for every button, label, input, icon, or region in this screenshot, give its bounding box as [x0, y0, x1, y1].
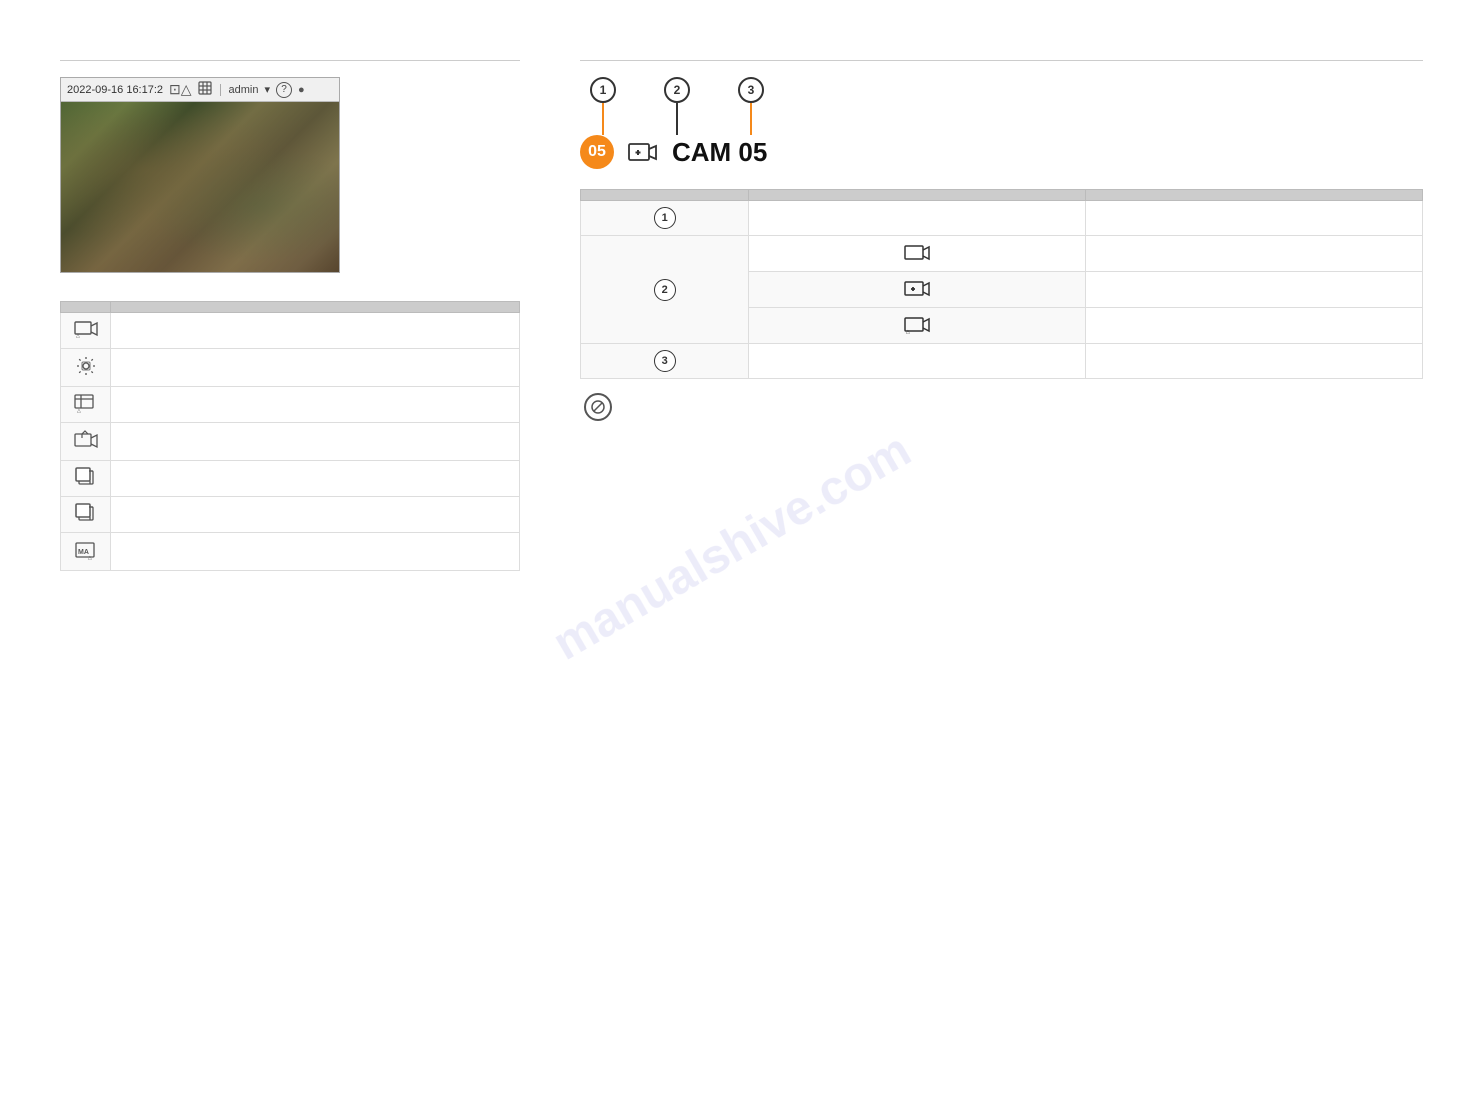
callout-2-group: 2 — [664, 77, 690, 135]
upload-icon — [74, 429, 98, 451]
table-row: 3 — [581, 344, 1423, 379]
right-table-col3-header — [1086, 190, 1423, 201]
left-row6-icon-cell — [61, 497, 111, 533]
cam-info-row: 05 CAM 05 — [580, 135, 1423, 169]
table-row: 1 — [581, 201, 1423, 236]
copy-icon1 — [75, 467, 97, 487]
camera-add-icon-svg — [628, 139, 658, 165]
left-row2-label — [111, 349, 520, 387]
toolbar-help-icon[interactable]: ? — [276, 82, 292, 98]
callout-1-group: 1 — [590, 77, 616, 135]
right-table-col2-header — [749, 190, 1086, 201]
table-row — [61, 423, 520, 461]
right-row3-label — [1086, 344, 1423, 379]
camera-image — [61, 102, 339, 272]
left-row3-label — [111, 387, 520, 423]
right-row2c-label — [1086, 308, 1423, 344]
right-row2b-icon — [749, 272, 1086, 308]
right-column: 1 2 3 05 — [580, 60, 1423, 571]
callout-3-group: 3 — [738, 77, 764, 135]
right-table: 1 2 — [580, 189, 1423, 379]
left-row7-label — [111, 533, 520, 571]
camera-viewer: 2022-09-16 16:17:2 ⊡△ admin ▾ ? ● — [60, 77, 340, 273]
left-table-col2-header — [111, 302, 520, 313]
copy-icon2 — [75, 503, 97, 523]
table-row: △ — [61, 313, 520, 349]
svg-text:△: △ — [906, 329, 910, 334]
right-row2b-label — [1086, 272, 1423, 308]
callout-row: 1 2 3 — [580, 77, 1423, 135]
right-row2a-label — [1086, 236, 1423, 272]
right-row1-label — [1086, 201, 1423, 236]
cam-add-icon — [628, 139, 658, 165]
table-row — [61, 497, 520, 533]
cam-toolbar-icon2[interactable] — [198, 81, 212, 98]
svg-text:△: △ — [76, 333, 80, 339]
table-row — [61, 461, 520, 497]
right-section-divider — [580, 60, 1423, 61]
callout-3-line — [750, 103, 752, 135]
camera-toolbar: 2022-09-16 16:17:2 ⊡△ admin ▾ ? ● — [61, 78, 339, 102]
left-table: △ — [60, 301, 520, 571]
left-row2-icon-cell — [61, 349, 111, 387]
cam-number-badge: 05 — [580, 135, 614, 169]
right-row2-num: 2 — [581, 236, 749, 344]
callout-3-circle: 3 — [738, 77, 764, 103]
callout-2-circle: 2 — [664, 77, 690, 103]
ma-icon: MA △ — [74, 539, 98, 561]
diagram-area: 1 2 3 05 — [580, 77, 1423, 169]
callout-1-circle: 1 — [590, 77, 616, 103]
cam-basic-icon — [904, 242, 930, 262]
camera-timestamp: 2022-09-16 16:17:2 — [67, 84, 163, 96]
note-icon — [584, 393, 612, 421]
table-row: 2 — [581, 236, 1423, 272]
left-row6-label — [111, 497, 520, 533]
left-row5-icon-cell — [61, 461, 111, 497]
cam-toolbar-icon1[interactable]: ⊡△ — [169, 81, 192, 98]
cam-triangle-icon: △ — [904, 314, 930, 334]
left-column: 2022-09-16 16:17:2 ⊡△ admin ▾ ? ● — [60, 60, 520, 571]
right-row2c-icon: △ — [749, 308, 1086, 344]
toolbar-dropdown-arrow[interactable]: ▾ — [265, 83, 271, 96]
display-icon: △ — [74, 393, 98, 413]
left-row4-label — [111, 423, 520, 461]
svg-text:△: △ — [77, 408, 81, 413]
cam-add-icon-small — [904, 278, 930, 298]
page-container: 2022-09-16 16:17:2 ⊡△ admin ▾ ? ● — [0, 0, 1463, 611]
left-row1-icon-cell: △ — [61, 313, 111, 349]
left-table-col1-header — [61, 302, 111, 313]
right-row1-icon — [749, 201, 1086, 236]
right-row3-icon — [749, 344, 1086, 379]
left-row3-icon-cell: △ — [61, 387, 111, 423]
left-row4-icon-cell — [61, 423, 111, 461]
table-row — [61, 349, 520, 387]
toolbar-separator — [220, 84, 221, 96]
right-row3-num: 3 — [581, 344, 749, 379]
settings-icon — [75, 355, 97, 377]
left-row1-label — [111, 313, 520, 349]
cam-title: CAM 05 — [672, 137, 767, 168]
callout-2-line — [676, 103, 678, 135]
toolbar-admin-label: admin — [229, 84, 259, 96]
callout-1-line — [602, 103, 604, 135]
right-table-col1-header — [581, 190, 749, 201]
note-area — [580, 393, 1423, 421]
live-view-icon: △ — [74, 319, 98, 339]
table-row: △ — [61, 387, 520, 423]
right-row1-num: 1 — [581, 201, 749, 236]
svg-text:△: △ — [88, 555, 92, 561]
table-row: MA △ — [61, 533, 520, 571]
right-row2a-icon — [749, 236, 1086, 272]
left-row7-icon-cell: MA △ — [61, 533, 111, 571]
left-section-divider — [60, 60, 520, 61]
slash-circle-icon — [591, 400, 605, 414]
toolbar-dot-icon[interactable]: ● — [298, 84, 305, 96]
left-row5-label — [111, 461, 520, 497]
